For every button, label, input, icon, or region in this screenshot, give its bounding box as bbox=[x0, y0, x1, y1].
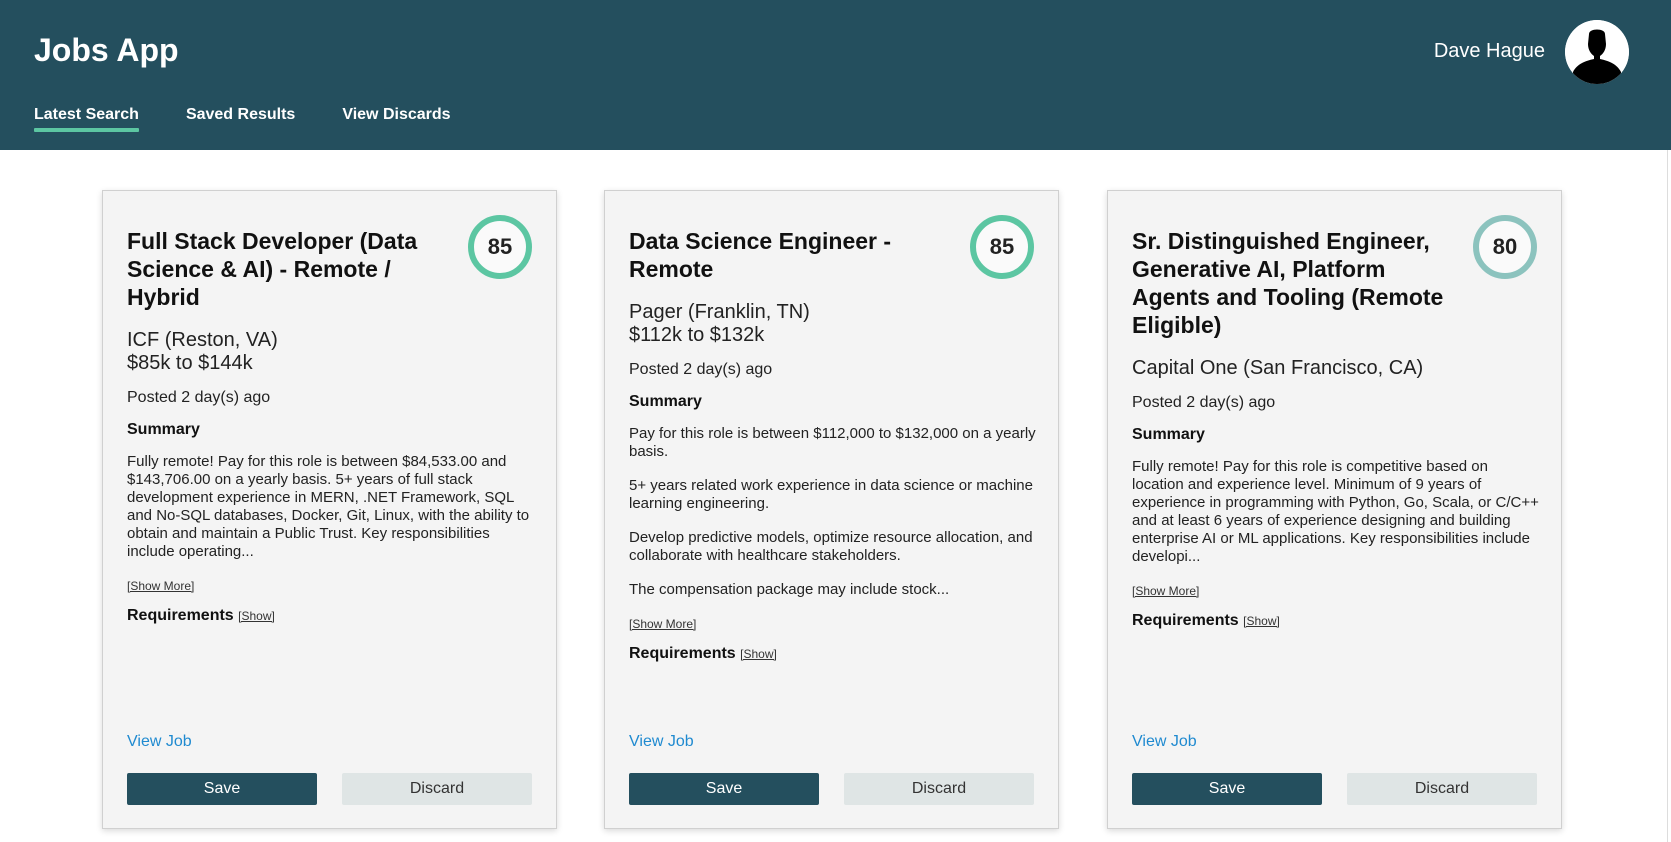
summary-heading: Summary bbox=[127, 421, 200, 438]
requirements-heading: Requirements [Show] bbox=[629, 645, 1037, 663]
requirements-show-link[interactable]: [Show] bbox=[1243, 614, 1280, 628]
requirements-show-link[interactable]: [Show] bbox=[740, 647, 777, 661]
requirements-heading: Requirements [Show] bbox=[127, 607, 535, 625]
app-header: Jobs App Latest Search Saved Results Vie… bbox=[0, 0, 1671, 150]
job-title: Sr. Distinguished Engineer, Generative A… bbox=[1132, 228, 1444, 338]
save-button[interactable]: Save bbox=[127, 773, 317, 805]
match-score: 85 bbox=[468, 215, 532, 279]
job-title: Data Science Engineer - Remote bbox=[629, 228, 892, 282]
view-job-link[interactable]: View Job bbox=[629, 733, 694, 751]
company-location: Pager (Franklin, TN) bbox=[629, 301, 810, 323]
requirements-show-link[interactable]: [Show] bbox=[238, 609, 275, 623]
discard-button[interactable]: Discard bbox=[844, 773, 1034, 805]
tab-saved-results[interactable]: Saved Results bbox=[186, 106, 295, 128]
requirements-label: Requirements bbox=[629, 645, 736, 662]
posted-date: Posted 2 day(s) ago bbox=[629, 361, 773, 378]
salary-range: $85k to $144k bbox=[127, 352, 253, 374]
posted-date: Posted 2 day(s) ago bbox=[1132, 394, 1276, 411]
tab-view-discards[interactable]: View Discards bbox=[342, 106, 450, 128]
view-job-link[interactable]: View Job bbox=[1132, 733, 1197, 751]
show-more-link[interactable]: [Show More] bbox=[629, 617, 696, 631]
summary-text: Fully remote! Pay for this role is compe… bbox=[1132, 458, 1539, 565]
discard-button[interactable]: Discard bbox=[342, 773, 532, 805]
user-silhouette-icon bbox=[1565, 20, 1629, 84]
summary-heading: Summary bbox=[629, 393, 702, 410]
show-more-link[interactable]: [Show More] bbox=[1132, 584, 1199, 598]
requirements-label: Requirements bbox=[1132, 612, 1239, 629]
requirements-heading: Requirements [Show] bbox=[1132, 612, 1540, 630]
user-name: Dave Hague bbox=[1433, 40, 1545, 62]
save-button[interactable]: Save bbox=[1132, 773, 1322, 805]
summary-text: Fully remote! Pay for this role is betwe… bbox=[127, 453, 530, 560]
main-nav: Latest Search Saved Results View Discard… bbox=[34, 106, 498, 132]
job-title: Full Stack Developer (Data Science & AI)… bbox=[127, 228, 418, 310]
job-card: Full Stack Developer (Data Science & AI)… bbox=[102, 190, 557, 829]
summary-text: 5+ years related work experience in data… bbox=[629, 477, 1033, 512]
summary-text: Pay for this role is between $112,000 to… bbox=[629, 425, 1036, 460]
job-card: Sr. Distinguished Engineer, Generative A… bbox=[1107, 190, 1562, 829]
show-more-link[interactable]: [Show More] bbox=[127, 579, 194, 593]
requirements-label: Requirements bbox=[127, 607, 234, 624]
match-score: 85 bbox=[970, 215, 1034, 279]
avatar[interactable] bbox=[1565, 20, 1629, 84]
save-button[interactable]: Save bbox=[629, 773, 819, 805]
match-score: 80 bbox=[1473, 215, 1537, 279]
job-details: Pager (Franklin, TN) $112k to $132k Post… bbox=[629, 301, 1037, 663]
summary-text: The compensation package may include sto… bbox=[629, 581, 950, 598]
company-location: ICF (Reston, VA) bbox=[127, 329, 278, 351]
job-card: Data Science Engineer - Remote 85 Pager … bbox=[604, 190, 1059, 829]
salary-range: $112k to $132k bbox=[629, 324, 765, 346]
job-details: ICF (Reston, VA) $85k to $144k Posted 2 … bbox=[127, 329, 535, 625]
summary-text: Develop predictive models, optimize reso… bbox=[629, 529, 1033, 564]
company-location: Capital One (San Francisco, CA) bbox=[1132, 357, 1424, 379]
view-job-link[interactable]: View Job bbox=[127, 733, 192, 751]
job-details: Capital One (San Francisco, CA) Posted 2… bbox=[1132, 357, 1540, 630]
app-title: Jobs App bbox=[34, 32, 179, 68]
results-area: Full Stack Developer (Data Science & AI)… bbox=[0, 150, 1668, 842]
summary-heading: Summary bbox=[1132, 426, 1205, 443]
discard-button[interactable]: Discard bbox=[1347, 773, 1537, 805]
posted-date: Posted 2 day(s) ago bbox=[127, 389, 271, 406]
tab-latest-search[interactable]: Latest Search bbox=[34, 106, 139, 132]
